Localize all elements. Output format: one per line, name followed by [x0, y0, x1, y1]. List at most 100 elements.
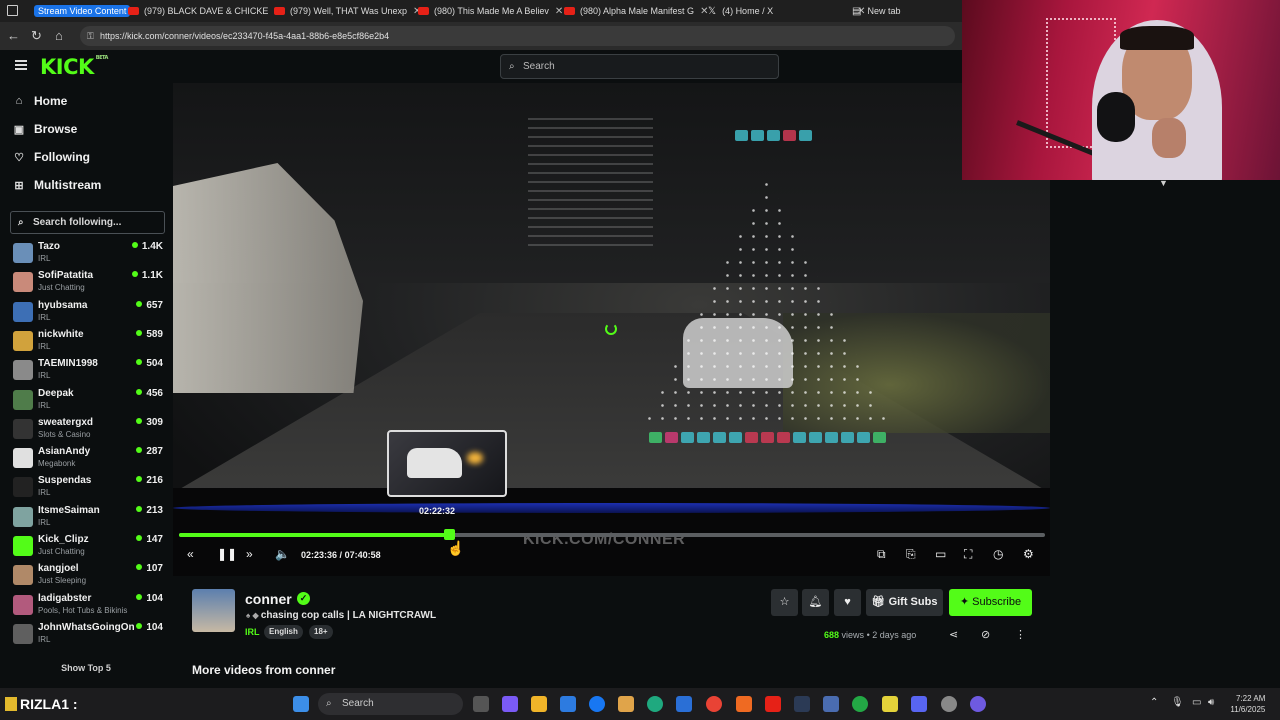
search-input[interactable]: ⌕ Search	[500, 54, 779, 79]
seek-bar-progress	[179, 533, 450, 537]
facebook-icon[interactable]	[589, 696, 605, 712]
app-icon[interactable]	[941, 696, 957, 712]
followed-channel-item[interactable]: kangjoel Just Sleeping 107	[13, 563, 163, 589]
youtube-icon[interactable]	[765, 696, 781, 712]
menu-icon[interactable]	[15, 60, 27, 70]
favorite-button[interactable]: ☆	[771, 589, 798, 616]
volume-icon[interactable]: 🔈	[275, 547, 290, 561]
file-explorer-icon[interactable]	[531, 696, 547, 712]
site-info-icon[interactable]: ⚿	[87, 26, 94, 46]
gift-subs-button[interactable]: 🎁︎ Gift Subs	[866, 589, 943, 616]
edge-icon[interactable]	[647, 696, 663, 712]
followed-channel-item[interactable]: hyubsama IRL 657	[13, 300, 163, 326]
more-options-icon[interactable]: ⋮	[1015, 628, 1026, 641]
tray-chevron-icon[interactable]: ⌃	[1150, 697, 1158, 708]
app-icon[interactable]	[970, 696, 986, 712]
channel-name: Suspendas	[38, 475, 92, 487]
fast-forward-icon[interactable]: »	[246, 547, 253, 561]
volume-icon[interactable]: 🔊︎	[1208, 697, 1214, 708]
tab-new-tab[interactable]: ▤ New tab	[852, 2, 900, 20]
channel-name: Deepak	[38, 387, 74, 399]
followed-channel-item[interactable]: Suspendas IRL 216	[13, 475, 163, 501]
chevron-down-icon[interactable]: ▼	[1159, 178, 1168, 188]
xbox-icon[interactable]	[852, 696, 868, 712]
tab-label: (979) Well, THAT Was Unexp	[290, 6, 408, 16]
search-placeholder: Search	[523, 61, 555, 72]
theater-mode-icon[interactable]: ▭	[935, 547, 946, 561]
notes-icon[interactable]	[882, 696, 898, 712]
tab-youtube-1[interactable]: (979) BLACK DAVE & CHICKE ✕	[128, 2, 283, 20]
tab-x-home[interactable]: 𝕏 (4) Home / X ✕	[708, 2, 865, 20]
app-icon[interactable]	[823, 696, 839, 712]
tag-mature[interactable]: 18+	[309, 625, 333, 639]
hide-icon[interactable]: ⊘	[981, 628, 990, 641]
sidebar-item-following[interactable]: ♡ Following	[13, 150, 90, 164]
search-following-input[interactable]: ⌕ Search following...	[10, 211, 165, 234]
copilot-icon[interactable]	[502, 696, 518, 712]
close-icon[interactable]: ✕	[555, 6, 563, 17]
followed-channel-item[interactable]: Tazo IRL 1.4K	[13, 241, 163, 267]
followed-channel-item[interactable]: AsianAndy Megabonk 287	[13, 446, 163, 472]
reload-icon[interactable]: ↻	[31, 28, 42, 44]
video-player[interactable]: KICK.COM/CONNER 02:22:32 ☝ « ❚❚ » 🔈 02:2…	[173, 83, 1050, 576]
followed-channel-item[interactable]: Deepak IRL 456	[13, 388, 163, 414]
tab-stream-video-content[interactable]: Stream Video Content	[34, 2, 131, 20]
rewind-icon[interactable]: «	[187, 547, 194, 561]
steam-icon[interactable]	[794, 696, 810, 712]
amazon-icon[interactable]	[618, 696, 634, 712]
sidebar-item-home[interactable]: ⌂ Home	[13, 94, 68, 108]
subscribe-button[interactable]: ✦ Subscribe	[949, 589, 1032, 616]
channel-name[interactable]: conner	[245, 591, 292, 607]
back-icon[interactable]: ←	[7, 28, 20, 43]
follow-button[interactable]: ♥	[834, 589, 861, 616]
seek-bar[interactable]	[179, 529, 1045, 540]
calculator-icon[interactable]	[676, 696, 692, 712]
network-icon[interactable]: ▭	[1192, 697, 1201, 708]
fullscreen-icon[interactable]: ⛶	[964, 547, 972, 562]
mic-icon[interactable]: 🎙︎	[1171, 697, 1184, 708]
followed-channel-item[interactable]: Kick_Clipz Just Chatting 147	[13, 534, 163, 560]
followed-channel-item[interactable]: SofiPatatita Just Chatting 1.1K	[13, 270, 163, 296]
category-link[interactable]: IRL	[245, 627, 260, 637]
followed-channel-item[interactable]: JohnWhatsGoingOn IRL 104	[13, 622, 163, 648]
kick-logo[interactable]: KICK BETA	[40, 55, 108, 79]
viewer-count: 147	[136, 534, 163, 545]
tab-youtube-3[interactable]: (980) This Made Me A Believ ✕	[418, 2, 563, 20]
clip-icon[interactable]: ⎘	[906, 547, 916, 562]
taskbar-user-widget[interactable]: RIZLA1 :	[5, 696, 78, 712]
url-field[interactable]: ⚿ https://kick.com/conner/videos/ec23347…	[80, 26, 955, 46]
playback-speed-icon[interactable]: ◷	[993, 547, 1003, 561]
followed-channel-item[interactable]: ItsmeSaiman IRL 213	[13, 505, 163, 531]
channel-avatar	[13, 594, 33, 615]
followed-channel-item[interactable]: TAEMIN1998 IRL 504	[13, 358, 163, 384]
tab-youtube-2[interactable]: (979) Well, THAT Was Unexp ✕	[274, 2, 421, 20]
taskbar-search[interactable]: ⌕ Search	[318, 693, 463, 715]
channel-avatar[interactable]	[192, 589, 235, 632]
chrome-icon[interactable]	[706, 696, 722, 712]
tab-youtube-4[interactable]: (980) Alpha Male Manifest G ✕	[564, 2, 708, 20]
notifications-button[interactable]: 🔔︎	[802, 589, 829, 616]
tag-language[interactable]: English	[264, 625, 303, 639]
sidebar-item-multistream[interactable]: ⊞ Multistream	[13, 178, 101, 192]
viewer-count: 216	[136, 475, 163, 486]
followed-channel-item[interactable]: ladigabster Pools, Hot Tubs & Bikinis 104	[13, 593, 163, 619]
store-icon[interactable]	[560, 696, 576, 712]
window-menu-icon[interactable]	[7, 5, 18, 16]
seek-bar-handle[interactable]	[444, 529, 456, 540]
show-top-button[interactable]: Show Top 5	[0, 663, 172, 673]
windows-start-icon[interactable]	[293, 696, 309, 712]
discord-icon[interactable]	[911, 696, 927, 712]
followed-channel-item[interactable]: sweatergxd Slots & Casino 309	[13, 417, 163, 443]
app-icon[interactable]	[736, 696, 752, 712]
followed-channel-item[interactable]: nickwhite IRL 589	[13, 329, 163, 355]
sidebar-item-label: Home	[34, 94, 68, 108]
verified-badge-icon: ✓	[297, 592, 310, 605]
taskbar-clock[interactable]: 7:22 AM 11/6/2025	[1228, 693, 1265, 715]
sidebar-item-browse[interactable]: ▣ Browse	[13, 122, 78, 136]
home-icon[interactable]: ⌂	[55, 28, 63, 43]
pause-icon[interactable]: ❚❚	[217, 547, 237, 561]
task-view-icon[interactable]	[473, 696, 489, 712]
settings-gear-icon[interactable]: ⚙	[1023, 547, 1034, 561]
picture-in-picture-icon[interactable]: ⧉	[877, 547, 886, 562]
share-icon[interactable]: ⋖	[949, 628, 958, 641]
